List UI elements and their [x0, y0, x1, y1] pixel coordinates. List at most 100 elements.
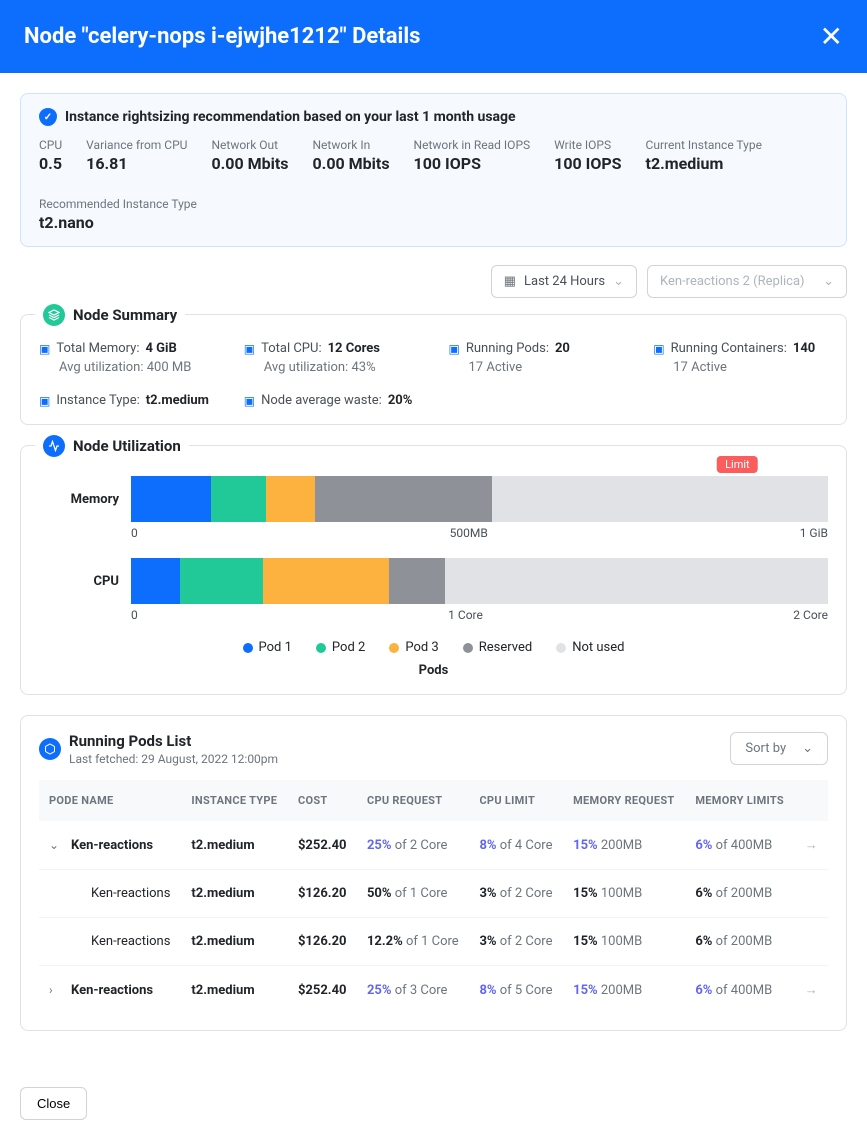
bar-segment [492, 476, 828, 522]
pod-name: Ken-reactions [71, 838, 153, 853]
layers-icon [43, 304, 65, 326]
column-header: CPU LIMIT [469, 780, 563, 821]
cpu-axis: 0 1 Core 2 Core [131, 608, 828, 622]
summary-containers: ▣Running Containers: 140 17 Active [653, 341, 828, 375]
summary-pods: ▣Running Pods: 20 17 Active [449, 341, 624, 375]
metric-value: 0.5 [39, 154, 62, 173]
legend-pod1: Pod 1 [243, 640, 292, 655]
cpu-request: 12.2% of 1 Core [357, 918, 469, 966]
chip-icon: ▣ [244, 394, 255, 408]
column-header: INSTANCE TYPE [181, 780, 288, 821]
column-header: PODE NAME [39, 780, 181, 821]
chevron-right-icon[interactable]: › [49, 983, 63, 997]
bar-segment [266, 476, 315, 522]
column-header: MEMORY REQUEST [563, 780, 685, 821]
bar-segment [180, 558, 264, 604]
cost: $126.20 [288, 918, 357, 966]
memory-bar-container: Limit [131, 476, 828, 522]
metric-label: Current Instance Type [646, 138, 762, 152]
pod-name: Ken-reactions [71, 983, 153, 998]
cube-icon [39, 738, 61, 760]
metric-value: 0.00 Mbits [211, 154, 288, 173]
limit-badge: Limit [717, 456, 758, 473]
memory-request: 15% 100MB [563, 870, 685, 918]
pods-axis-label: Pods [39, 663, 828, 678]
instance-type: t2.medium [181, 870, 288, 918]
summary-grid: ▣Total Memory: 4 GiB Avg utilization: 40… [39, 341, 828, 408]
arrow-right-icon[interactable]: → [805, 838, 818, 853]
metric: Network Out 0.00 Mbits [211, 138, 288, 173]
utilization-body: Memory Limit 0 500MB 1 GiB CPU [39, 476, 828, 678]
metric-label: CPU [39, 138, 62, 152]
metric-label: Network In [313, 138, 390, 152]
cost: $252.40 [288, 966, 357, 1015]
calendar-icon: ▦ [504, 274, 516, 289]
cost: $252.40 [288, 821, 357, 870]
section-title: Node Summary [35, 304, 185, 326]
table-row[interactable]: ›Ken-reactionst2.medium$252.4025% of 3 C… [39, 966, 828, 1015]
sort-dropdown[interactable]: Sort by ⌄ [730, 732, 828, 765]
close-button[interactable]: Close [20, 1087, 87, 1120]
close-icon[interactable]: ✕ [820, 20, 843, 53]
memory-axis: 0 500MB 1 GiB [131, 526, 828, 540]
replica-dropdown[interactable]: Ken-reactions 2 (Replica) ⌄ [647, 265, 847, 298]
column-header: CPU REQUEST [357, 780, 469, 821]
timerange-dropdown[interactable]: ▦ Last 24 Hours ⌄ [491, 265, 637, 298]
node-summary-section: Node Summary ▣Total Memory: 4 GiB Avg ut… [20, 314, 847, 425]
bar-segment [445, 558, 828, 604]
metric: CPU 0.5 [39, 138, 62, 173]
modal-body: ✓ Instance rightsizing recommendation ba… [0, 73, 867, 1071]
table-row[interactable]: ⌄Ken-reactionst2.medium$252.4025% of 2 C… [39, 821, 828, 870]
chip-icon: ▣ [39, 342, 50, 356]
column-header: MEMORY LIMITS [685, 780, 794, 821]
memory-limit: 6% of 400MB [685, 966, 794, 1015]
legend-notused: Not used [556, 640, 624, 655]
running-pods-section: Running Pods List Last fetched: 29 Augus… [20, 715, 847, 1031]
recommendation-panel: ✓ Instance rightsizing recommendation ba… [20, 93, 847, 247]
page-title: Node "celery-nops i-ejwjhe1212" Details [24, 24, 420, 49]
chevron-down-icon: ⌄ [802, 741, 813, 756]
pods-table: PODE NAMEINSTANCE TYPECOSTCPU REQUESTCPU… [39, 780, 828, 1014]
metric-value: 16.81 [86, 154, 187, 173]
metric-label: Recommended Instance Type [39, 197, 197, 211]
bar-segment [131, 558, 180, 604]
summary-memory: ▣Total Memory: 4 GiB Avg utilization: 40… [39, 341, 214, 375]
metric-value: 100 IOPS [554, 154, 621, 173]
bar-segment [315, 476, 492, 522]
metric: Write IOPS 100 IOPS [554, 138, 621, 173]
table-row[interactable]: Ken-reactionst2.medium$126.2050% of 1 Co… [39, 870, 828, 918]
cpu-limit: 8% of 5 Core [469, 966, 563, 1015]
metric-label: Network Out [211, 138, 288, 152]
chevron-down-icon[interactable]: ⌄ [49, 838, 63, 852]
recommendation-title: Instance rightsizing recommendation base… [65, 109, 516, 125]
metric-label: Write IOPS [554, 138, 621, 152]
metric-value: 100 IOPS [414, 154, 531, 173]
metric-label: Network in Read IOPS [414, 138, 531, 152]
memory-limit: 6% of 200MB [685, 918, 794, 966]
pod-name: Ken-reactions [91, 886, 170, 901]
chip-icon: ▣ [449, 342, 460, 356]
arrow-right-icon[interactable]: → [805, 983, 818, 998]
chevron-down-icon: ⌄ [823, 274, 834, 289]
metric: Network In0.00 Mbits [313, 138, 390, 173]
metric-label: Variance from CPU [86, 138, 187, 152]
summary-cpu: ▣Total CPU: 12 Cores Avg utilization: 43… [244, 341, 419, 375]
metric: Recommended Instance Typet2.nano [39, 197, 197, 232]
pods-title-block: Running Pods List Last fetched: 29 Augus… [39, 732, 278, 766]
table-row[interactable]: Ken-reactionst2.medium$126.2012.2% of 1 … [39, 918, 828, 966]
cpu-bar [131, 558, 828, 604]
bar-segment [211, 476, 265, 522]
metric: Current Instance Typet2.medium [646, 138, 762, 173]
cost: $126.20 [288, 870, 357, 918]
memory-limit: 6% of 200MB [685, 870, 794, 918]
section-title: Node Utilization [35, 435, 189, 457]
recommendation-header: ✓ Instance rightsizing recommendation ba… [39, 108, 828, 126]
legend-pod3: Pod 3 [389, 640, 438, 655]
bar-segment [389, 558, 445, 604]
metric: Network in Read IOPS 100 IOPS [414, 138, 531, 173]
replica-label: Ken-reactions 2 (Replica) [660, 274, 805, 289]
modal-footer: Close [0, 1071, 867, 1136]
timerange-label: Last 24 Hours [524, 274, 605, 289]
memory-row: Memory Limit [39, 476, 828, 522]
pods-header: Running Pods List Last fetched: 29 Augus… [39, 732, 828, 766]
